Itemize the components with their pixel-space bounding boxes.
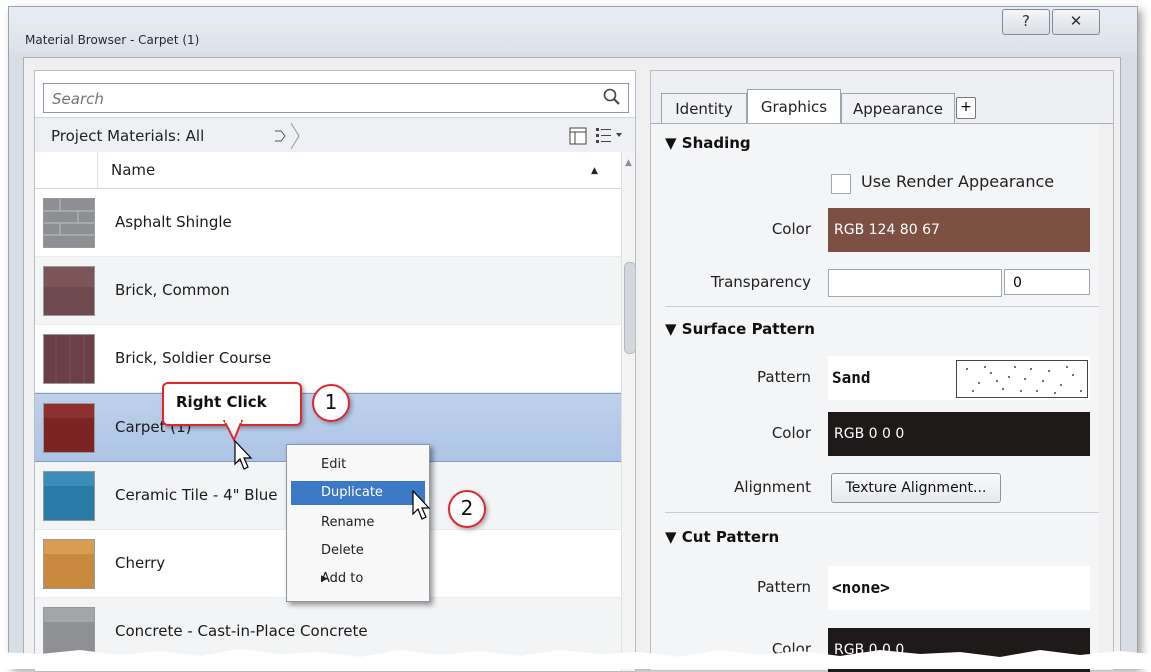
- mouse-cursor-icon: [234, 440, 253, 470]
- divider: [665, 306, 1111, 307]
- list-item-label: Brick, Soldier Course: [115, 349, 272, 367]
- material-thumbnail: [43, 539, 95, 589]
- transparency-value[interactable]: 0: [1004, 269, 1090, 295]
- title-bar: Material Browser - Carpet (1) ? ✕: [9, 7, 1137, 53]
- scrollbar-thumb[interactable]: [624, 262, 635, 354]
- tab-graphics[interactable]: Graphics: [747, 89, 841, 124]
- name-column-header[interactable]: Name: [111, 161, 155, 179]
- list-view-icon[interactable]: [595, 126, 625, 144]
- close-button[interactable]: ✕: [1052, 9, 1100, 35]
- cut-pattern-label: Pattern: [757, 578, 811, 596]
- search-icon[interactable]: [602, 87, 622, 107]
- material-thumbnail: [43, 471, 95, 521]
- list-header: Name ▲: [35, 152, 621, 189]
- pattern-name: <none>: [832, 578, 890, 597]
- menu-item-label: Duplicate: [321, 485, 383, 500]
- menu-item-label: Rename: [321, 515, 375, 530]
- surface-pattern-field[interactable]: Sand: [828, 356, 1090, 400]
- callout-text: Right Click: [176, 393, 267, 411]
- shading-color-label: Color: [771, 220, 811, 238]
- pattern-name: Sand: [832, 368, 871, 387]
- list-item[interactable]: Asphalt Shingle: [35, 189, 621, 257]
- alignment-label: Alignment: [734, 478, 811, 496]
- cut-pattern-section-header[interactable]: ▼ Cut Pattern: [665, 528, 779, 546]
- tab-identity[interactable]: Identity: [661, 93, 747, 124]
- graphics-properties: ▼ Shading Use Render Appearance Color RG…: [651, 123, 1113, 672]
- context-menu: Edit Duplicate Rename Delete Add to ▶: [286, 444, 430, 602]
- menu-item-rename[interactable]: Rename: [291, 511, 425, 535]
- surface-color-swatch[interactable]: RGB 0 0 0: [828, 412, 1090, 456]
- checkbox-label: Use Render Appearance: [861, 172, 1055, 191]
- torn-edge: [0, 649, 1151, 669]
- submenu-arrow-icon: ▶: [321, 574, 328, 584]
- material-thumbnail: [43, 334, 95, 384]
- list-item-label: Brick, Common: [115, 281, 230, 299]
- section-title: Cut Pattern: [681, 528, 780, 546]
- window-title: Material Browser - Carpet (1): [25, 33, 200, 47]
- menu-item-duplicate[interactable]: Duplicate: [291, 481, 425, 505]
- section-title: Shading: [681, 134, 751, 152]
- cut-pattern-field[interactable]: <none>: [828, 566, 1090, 610]
- list-item-label: Concrete - Cast-in-Place Concrete: [115, 622, 368, 640]
- divider: [665, 512, 1111, 513]
- material-thumbnail: [43, 266, 95, 316]
- list-item-label: Asphalt Shingle: [115, 213, 232, 231]
- shading-section-header[interactable]: ▼ Shading: [665, 134, 751, 152]
- panel-toggle-icon[interactable]: [569, 127, 587, 145]
- properties-scrollbar[interactable]: [1099, 124, 1113, 670]
- callout-pointer: [222, 420, 244, 442]
- surface-pattern-section-header[interactable]: ▼ Surface Pattern: [665, 320, 815, 338]
- help-button[interactable]: ?: [1002, 9, 1050, 35]
- scroll-up-icon[interactable]: ▲: [625, 158, 632, 168]
- sort-ascending-icon[interactable]: ▲: [591, 166, 598, 176]
- transparency-label: Transparency: [710, 273, 811, 291]
- mouse-cursor-icon: [412, 490, 431, 520]
- filter-dropdown[interactable]: Project Materials: All: [51, 127, 204, 145]
- tab-appearance[interactable]: Appearance: [841, 93, 955, 124]
- material-thumbnail: [43, 403, 95, 453]
- add-tab-button[interactable]: +: [956, 97, 976, 119]
- list-scrollbar[interactable]: ▲: [621, 152, 635, 671]
- properties-pane: Identity Graphics Appearance + ▼ Shading…: [650, 70, 1114, 672]
- material-browser-window: Material Browser - Carpet (1) ? ✕ Projec…: [8, 6, 1138, 672]
- chevron-down-icon[interactable]: [275, 122, 305, 150]
- step-1-badge: 1: [312, 384, 350, 422]
- tab-strip: Identity Graphics Appearance +: [651, 71, 1113, 124]
- step-2-badge: 2: [448, 490, 486, 528]
- list-item-label: Ceramic Tile - 4" Blue: [115, 486, 278, 504]
- search-input[interactable]: [50, 88, 594, 110]
- menu-item-delete[interactable]: Delete: [291, 539, 425, 563]
- sand-pattern-preview: [956, 360, 1088, 398]
- filter-bar: Project Materials: All: [35, 117, 635, 153]
- column-divider: [97, 152, 98, 188]
- list-item[interactable]: Brick, Common: [35, 257, 621, 325]
- use-render-appearance-checkbox[interactable]: [831, 174, 851, 194]
- menu-item-edit[interactable]: Edit: [291, 453, 425, 477]
- menu-item-label: Delete: [321, 543, 364, 558]
- texture-alignment-button[interactable]: Texture Alignment...: [831, 473, 1001, 503]
- menu-item-add-to[interactable]: Add to ▶: [291, 567, 425, 591]
- section-title: Surface Pattern: [681, 320, 815, 338]
- search-box: [43, 83, 629, 113]
- transparency-slider[interactable]: [828, 269, 1002, 297]
- dialog-body: Project Materials: All: [23, 57, 1121, 672]
- list-item[interactable]: Brick, Soldier Course: [35, 325, 621, 393]
- material-thumbnail: [43, 198, 95, 248]
- menu-item-label: Edit: [321, 457, 347, 472]
- list-item-label: Cherry: [115, 554, 166, 572]
- surface-pattern-label: Pattern: [757, 368, 811, 386]
- shading-color-swatch[interactable]: RGB 124 80 67: [828, 208, 1090, 252]
- surface-color-label: Color: [771, 424, 811, 442]
